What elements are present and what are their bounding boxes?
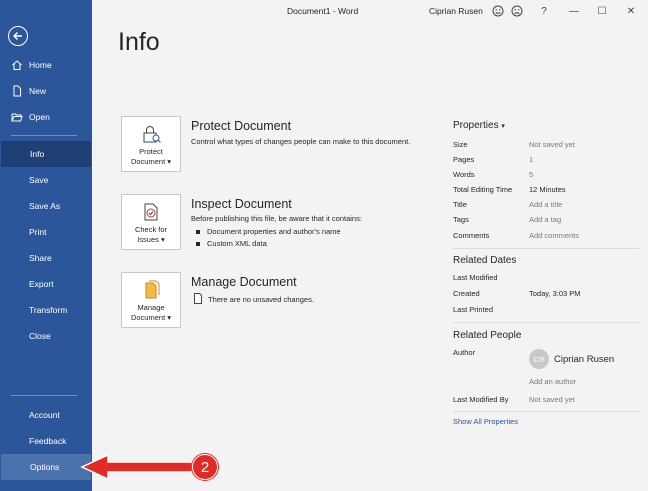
step-badge: 2 <box>192 454 218 480</box>
annotation-arrow <box>80 453 193 481</box>
